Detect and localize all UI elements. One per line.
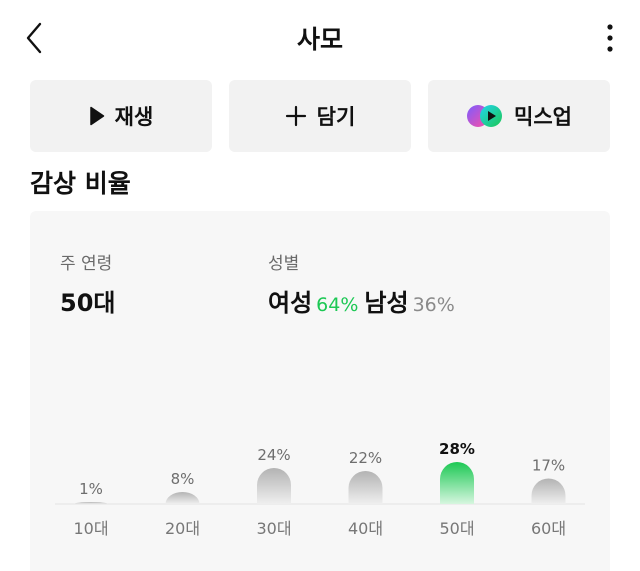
mixup-icon — [467, 105, 503, 127]
male-percent: 36% — [412, 294, 455, 316]
chart-bar-40대 — [348, 471, 383, 504]
play-button[interactable]: 재생 — [30, 80, 212, 152]
add-button[interactable]: 담기 — [229, 80, 411, 152]
gender-value: 여성 64% 남성 36% — [268, 283, 461, 318]
play-button-label: 재생 — [114, 105, 154, 129]
age-label: 주 연령 — [60, 254, 113, 274]
gender-label: 성별 — [268, 254, 300, 274]
chart-category-label: 20대 — [165, 519, 200, 538]
age-value: 50대 — [60, 289, 116, 317]
section-title: 감상 비율 — [30, 169, 131, 198]
chart-value-label: 24% — [257, 446, 290, 464]
chart-bar-50대 — [440, 462, 474, 504]
play-icon — [89, 106, 104, 126]
age-distribution-chart: 1% 10대 8% 20대 24% 30대 22% 40대 28% 50대 17% 60대 — [55, 440, 585, 538]
chart-category-label: 50대 — [439, 519, 474, 538]
header: 사모 — [0, 0, 640, 76]
mixup-button[interactable]: 믹스업 — [428, 80, 610, 152]
action-bar: 재생 담기 믹스업 — [30, 80, 610, 152]
chart-bar-10대 — [74, 502, 108, 504]
chart-bar-20대 — [165, 492, 200, 504]
chart-bar-60대 — [531, 478, 566, 504]
plus-icon — [285, 105, 306, 127]
chart-category-label: 40대 — [348, 519, 383, 538]
listening-ratio-card: 주 연령 50대 성별 여성 64% 남성 36% 1% 10대 8% 20대 24% 30대 2… — [30, 211, 610, 571]
chart-category-label: 60대 — [531, 519, 566, 538]
female-percent: 64% — [316, 294, 359, 316]
more-button[interactable] — [598, 18, 622, 58]
mixup-button-label: 믹스업 — [514, 105, 572, 129]
chart-value-label: 1% — [79, 480, 103, 498]
more-vertical-icon — [607, 24, 613, 52]
add-button-label: 담기 — [316, 105, 356, 129]
chart-value-label: 17% — [532, 457, 565, 475]
chart-bar-30대 — [257, 468, 291, 504]
male-label: 남성 — [364, 289, 409, 317]
chart-value-label: 28% — [439, 440, 475, 458]
chart-value-label: 8% — [171, 470, 195, 488]
chart-category-label: 10대 — [73, 519, 108, 538]
page-title: 사모 — [296, 25, 343, 54]
chart-category-label: 30대 — [256, 519, 291, 538]
female-label: 여성 — [268, 289, 313, 317]
chart-value-label: 22% — [349, 449, 382, 467]
